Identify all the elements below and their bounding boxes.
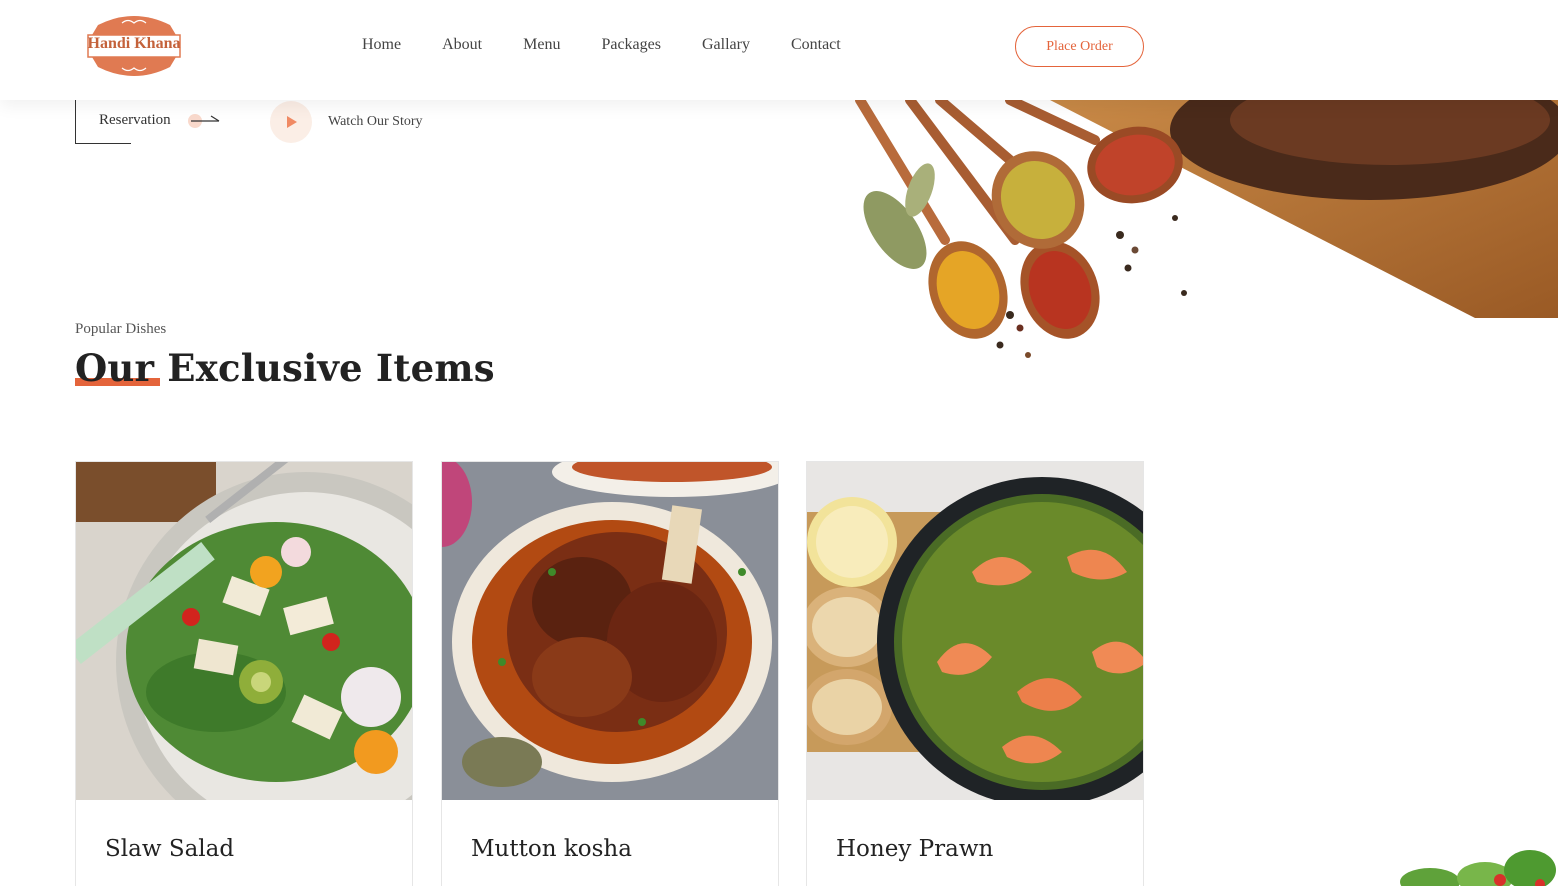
- dish-card[interactable]: Honey Prawn: [806, 461, 1144, 886]
- section-eyebrow: Popular Dishes: [75, 321, 167, 337]
- reservation-button[interactable]: Reservation: [75, 100, 225, 144]
- play-icon: [287, 116, 297, 128]
- nav-home[interactable]: Home: [362, 36, 401, 54]
- nav-packages[interactable]: Packages: [601, 36, 661, 54]
- reservation-label: Reservation: [99, 112, 171, 128]
- dish-name: Honey Prawn: [836, 836, 994, 862]
- honey-prawn-image: [807, 462, 1143, 800]
- dish-card[interactable]: Slaw Salad: [75, 461, 413, 886]
- brand-name: Handi Khana: [87, 35, 181, 52]
- mutton-kosha-image: [442, 462, 778, 800]
- watch-story-link[interactable]: Watch Our Story: [270, 101, 423, 143]
- salad-garnish-image: [1400, 850, 1556, 886]
- dish-card[interactable]: Mutton kosha: [441, 461, 779, 886]
- brand-logo[interactable]: Handi Khana: [84, 13, 184, 79]
- place-order-button[interactable]: Place Order: [1015, 26, 1144, 67]
- site-header: Handi Khana Home About Menu Packages Gal…: [0, 0, 1558, 100]
- nav-about[interactable]: About: [442, 36, 482, 54]
- slaw-salad-image: [76, 462, 412, 800]
- main-nav: Home About Menu Packages Gallary Contact: [362, 36, 882, 54]
- dish-name: Mutton kosha: [471, 836, 632, 862]
- spices-steak-image: [855, 100, 1558, 358]
- reservation-border-bottom: [75, 143, 131, 144]
- nav-contact[interactable]: Contact: [791, 36, 841, 54]
- arrow-right-icon: [188, 114, 220, 128]
- section-title: Our Exclusive Items: [75, 346, 495, 390]
- dish-name: Slaw Salad: [105, 836, 235, 862]
- reservation-border: [75, 100, 76, 144]
- nav-gallery[interactable]: Gallary: [702, 36, 750, 54]
- play-button[interactable]: [270, 101, 312, 143]
- watch-story-label: Watch Our Story: [328, 114, 423, 129]
- nav-menu[interactable]: Menu: [523, 36, 560, 54]
